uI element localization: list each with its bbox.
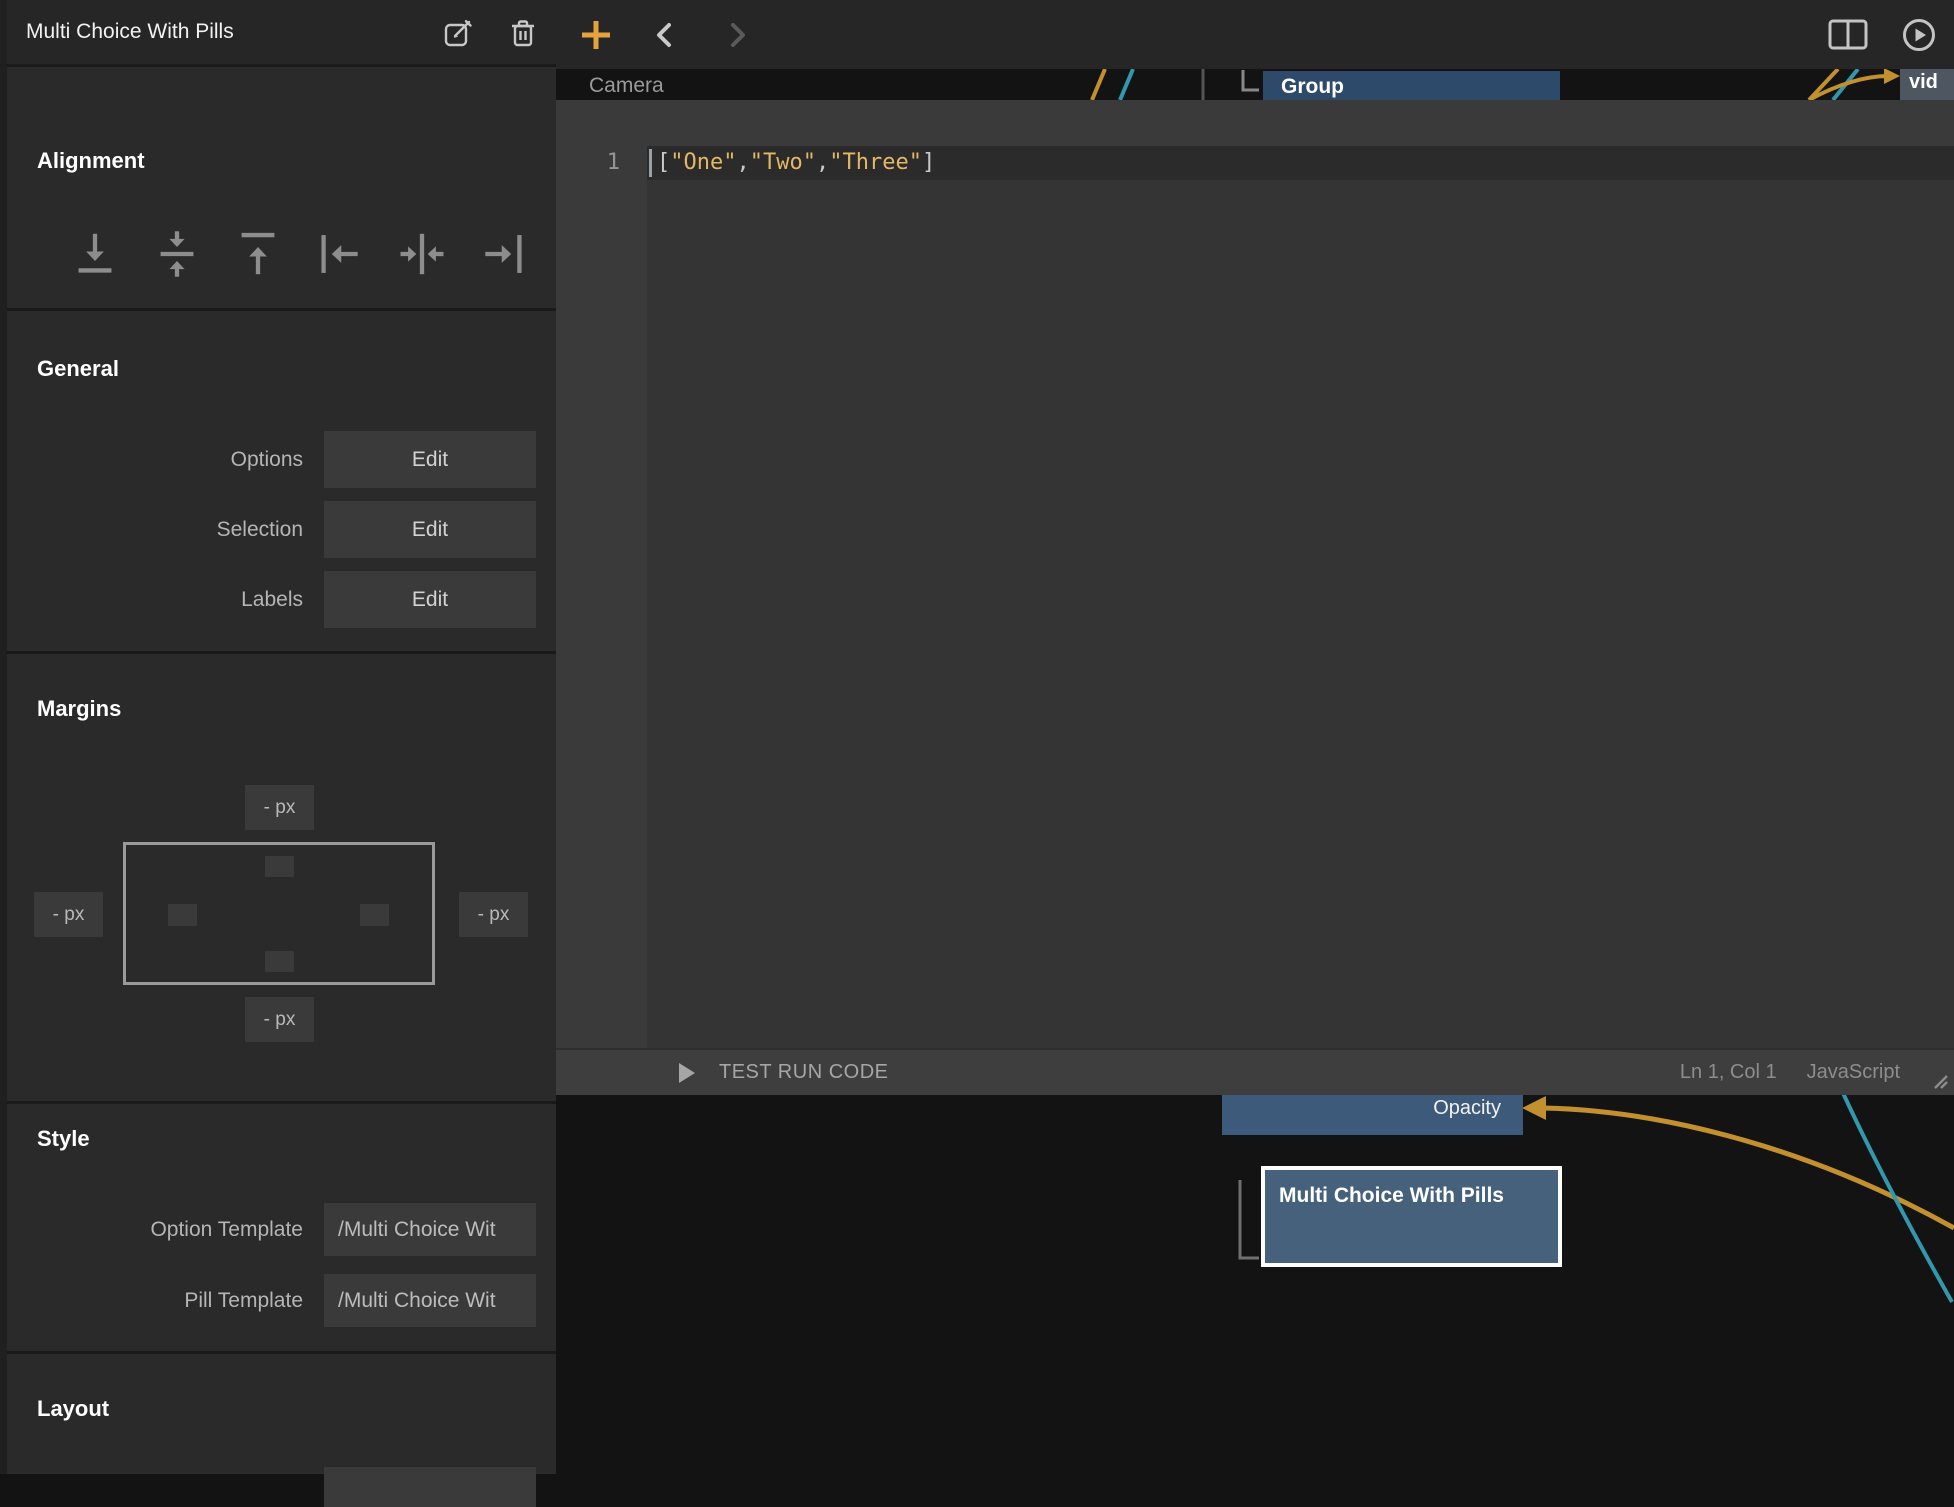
inspector-sidebar: Multi Choice With Pills Alignment <box>0 0 556 1474</box>
align-right-icon[interactable] <box>481 230 525 278</box>
split-view-button[interactable] <box>1828 19 1868 50</box>
divider <box>0 651 556 654</box>
section-heading-general: General <box>37 356 119 382</box>
selection-edit-button[interactable]: Edit <box>324 501 536 558</box>
node-multi-choice-label: Multi Choice With Pills <box>1279 1184 1504 1207</box>
pill-template-label: Pill Template <box>0 1274 303 1327</box>
play-button[interactable] <box>1902 18 1936 52</box>
options-label: Options <box>0 431 303 488</box>
divider <box>0 308 556 311</box>
edit-patch-icon[interactable] <box>444 18 474 48</box>
code-line-text: ["One","Two","Three"] <box>657 146 935 180</box>
delete-patch-icon[interactable] <box>508 18 538 48</box>
code-editor-popover: 1 ["One","Two","Three"] TEST RUN CODE Ln… <box>556 100 1954 1095</box>
divider <box>0 1351 556 1354</box>
section-heading-style: Style <box>37 1126 90 1152</box>
node-group-label: Group <box>1281 75 1344 98</box>
patch-graph-area: Camera Group vid Opacity Multi <box>556 0 1954 1474</box>
margin-top-button[interactable]: - px <box>245 785 314 830</box>
add-patch-button[interactable] <box>580 19 612 51</box>
run-play-icon <box>677 1061 697 1085</box>
node-multi-choice-with-pills-selected[interactable]: Multi Choice With Pills <box>1261 1166 1562 1267</box>
divider <box>0 64 556 67</box>
divider <box>0 1101 556 1104</box>
labels-edit-button[interactable]: Edit <box>324 571 536 628</box>
section-heading-layout: Layout <box>37 1396 109 1422</box>
graph-toolbar <box>556 0 1954 69</box>
section-heading-margins: Margins <box>37 696 121 722</box>
cursor-position: Ln 1, Col 1 <box>1680 1061 1777 1084</box>
back-button[interactable] <box>652 22 678 48</box>
text-caret <box>649 149 652 177</box>
margin-left-button[interactable]: - px <box>34 892 103 937</box>
sidebar-header: Multi Choice With Pills <box>0 0 556 64</box>
forward-button[interactable] <box>724 22 750 48</box>
align-vertical-center-icon[interactable] <box>155 230 199 278</box>
node-vid[interactable]: vid <box>1900 66 1954 102</box>
margin-bottom-button[interactable]: - px <box>245 997 314 1042</box>
align-top-icon[interactable] <box>236 230 280 278</box>
selection-label: Selection <box>0 501 303 558</box>
labels-label: Labels <box>0 571 303 628</box>
resize-grip[interactable] <box>1925 1066 1949 1090</box>
option-template-label: Option Template <box>0 1203 303 1256</box>
editor-status-bar: TEST RUN CODE Ln 1, Col 1 JavaScript <box>556 1048 1954 1095</box>
margin-right-button[interactable]: - px <box>459 892 528 937</box>
sidebar-edge <box>0 0 7 1474</box>
section-heading-alignment: Alignment <box>37 148 145 174</box>
margin-left-handle[interactable] <box>168 904 197 926</box>
margin-bottom-handle[interactable] <box>265 951 294 972</box>
margin-top-handle[interactable] <box>265 856 294 877</box>
align-bottom-icon[interactable] <box>73 230 117 278</box>
margin-right-handle[interactable] <box>360 904 389 926</box>
node-opacity-label: Opacity <box>1433 1097 1501 1120</box>
layout-partial-button[interactable] <box>324 1467 536 1507</box>
line-number: 1 <box>556 146 620 180</box>
patch-title: Multi Choice With Pills <box>26 0 234 64</box>
options-edit-button[interactable]: Edit <box>324 431 536 488</box>
align-horizontal-center-icon[interactable] <box>400 230 444 278</box>
option-template-value[interactable]: /Multi Choice Wit <box>324 1203 536 1256</box>
run-label: TEST RUN CODE <box>719 1061 888 1084</box>
test-run-code-button[interactable]: TEST RUN CODE <box>677 1050 888 1095</box>
language-indicator[interactable]: JavaScript <box>1807 1061 1900 1084</box>
margins-preview-box <box>123 842 435 985</box>
current-line: ["One","Two","Three"] <box>647 146 1954 180</box>
node-vid-label: vid <box>1909 71 1938 93</box>
pill-template-value[interactable]: /Multi Choice Wit <box>324 1274 536 1327</box>
align-left-icon[interactable] <box>318 230 362 278</box>
code-input-area[interactable]: ["One","Two","Three"] <box>647 146 1954 1048</box>
